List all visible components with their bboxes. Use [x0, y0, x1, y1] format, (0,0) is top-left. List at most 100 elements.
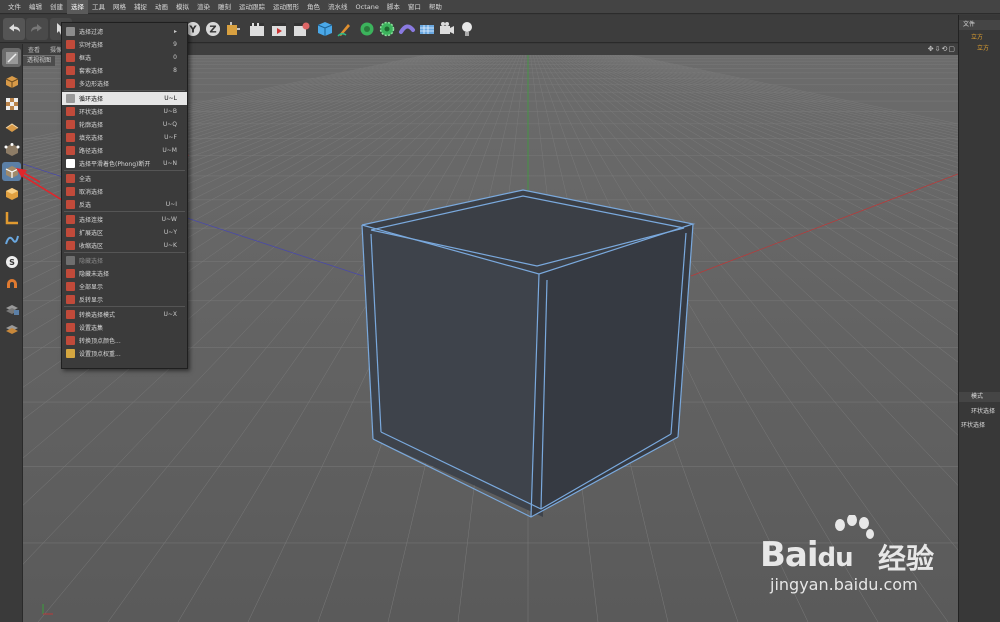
- menu-item-11[interactable]: 全选: [62, 172, 187, 185]
- menu-item-16[interactable]: 收缩选区 U~K: [62, 239, 187, 252]
- menu-item-1[interactable]: 实时选择 9: [62, 38, 187, 51]
- menu-item-18[interactable]: 隐藏未选择: [62, 267, 187, 280]
- light-button[interactable]: [456, 18, 478, 40]
- lightbulb-icon: [462, 22, 472, 36]
- menu-separator: [64, 306, 185, 307]
- menu-item-3[interactable]: 套索选择 8: [62, 64, 187, 77]
- menu-item-label: 转换顶点颜色...: [79, 338, 121, 345]
- make-editable-button[interactable]: [2, 48, 21, 67]
- menu-item-24[interactable]: 设置顶点权重...: [62, 347, 187, 360]
- menu-item-4[interactable]: 多边形选择: [62, 77, 187, 90]
- menu-item-8[interactable]: 填充选择 U~F: [62, 131, 187, 144]
- menu-item-2[interactable]: 框选 0: [62, 51, 187, 64]
- menu-5[interactable]: 网格: [109, 0, 130, 14]
- grid-layer-button[interactable]: [2, 318, 21, 337]
- menu-14[interactable]: 流水线: [324, 0, 352, 14]
- menu-item-10[interactable]: 选择平滑着色(Phong)断开 U~N: [62, 157, 187, 170]
- soft-selection-button[interactable]: [2, 276, 21, 295]
- model-mode-button[interactable]: [2, 72, 21, 91]
- menu-item-icon: [66, 146, 75, 155]
- menu-0[interactable]: 文件: [4, 0, 25, 14]
- clapper-play-icon: [272, 23, 286, 36]
- viewport-nav-icons[interactable]: ✥⇩⟲▢: [928, 45, 956, 53]
- menu-3[interactable]: 选择: [67, 0, 88, 14]
- menu-item-icon: [66, 282, 75, 291]
- menu-8[interactable]: 模拟: [172, 0, 193, 14]
- mode-tab[interactable]: 模式: [971, 392, 983, 402]
- file-tab[interactable]: 文件: [963, 20, 975, 30]
- menu-item-icon: [66, 133, 75, 142]
- subdivision-button[interactable]: [356, 18, 378, 40]
- workplane-mode-button[interactable]: [2, 116, 21, 135]
- menu-6[interactable]: 捕捉: [130, 0, 151, 14]
- menu-15[interactable]: Octane: [352, 0, 383, 14]
- tweak-mode-button[interactable]: [2, 230, 21, 249]
- menu-item-6[interactable]: 环状选择 U~B: [62, 105, 187, 118]
- object-manager-panel: 文件 立方 立方 模式 环状选择 环状选择: [958, 15, 1000, 622]
- coordinate-system-button[interactable]: [222, 18, 244, 40]
- snap-button[interactable]: S: [2, 252, 21, 271]
- camera-button[interactable]: [436, 18, 458, 40]
- menu-10[interactable]: 雕刻: [214, 0, 235, 14]
- attribute-item[interactable]: 环状选择: [971, 407, 995, 417]
- menu-item-0[interactable]: 选择过滤 ▸: [62, 25, 187, 38]
- deformer-icon: [399, 24, 415, 34]
- menu-13[interactable]: 角色: [303, 0, 324, 14]
- render-view-button[interactable]: [246, 18, 268, 40]
- tweak-icon: [4, 235, 19, 244]
- undo-button[interactable]: [3, 18, 25, 40]
- z-axis-icon: Z: [206, 22, 220, 36]
- axis-mode-button[interactable]: [2, 208, 21, 227]
- object-child-item[interactable]: 立方: [977, 44, 989, 54]
- cloner-button[interactable]: [376, 18, 398, 40]
- select-menu-dropdown: 选择过滤 ▸ 实时选择 9 框选 0 套索选择 8 多边形选择循环选择 U~L 环状选择 U~B 轮廓选…: [61, 22, 188, 369]
- menu-item-13[interactable]: 反选 U~I: [62, 198, 187, 211]
- menu-1[interactable]: 编辑: [25, 0, 46, 14]
- redo-button[interactable]: [26, 18, 48, 40]
- object-item[interactable]: 立方: [971, 33, 983, 43]
- floor-button[interactable]: [416, 18, 438, 40]
- render-picture-viewer-button[interactable]: [268, 18, 290, 40]
- menu-item-7[interactable]: 轮廓选择 U~Q: [62, 118, 187, 131]
- menu-item-5[interactable]: 循环选择 U~L: [62, 92, 187, 105]
- texture-mode-button[interactable]: [2, 94, 21, 113]
- z-axis-lock-button[interactable]: Z: [202, 18, 224, 40]
- menu-7[interactable]: 动画: [151, 0, 172, 14]
- menu-item-20[interactable]: 反转显示: [62, 293, 187, 306]
- menu-item-22[interactable]: 设置选集: [62, 321, 187, 334]
- menu-item-17[interactable]: 隐藏选择: [62, 254, 187, 267]
- deformer-button[interactable]: [396, 18, 418, 40]
- menu-item-12[interactable]: 取消选择: [62, 185, 187, 198]
- menu-9[interactable]: 渲染: [193, 0, 214, 14]
- menu-item-19[interactable]: 全部显示: [62, 280, 187, 293]
- edges-mode-button[interactable]: [2, 162, 21, 181]
- menu-16[interactable]: 脚本: [383, 0, 404, 14]
- layer-lock-button[interactable]: [2, 298, 21, 317]
- menu-17[interactable]: 窗口: [404, 0, 425, 14]
- menu-item-label: 隐藏未选择: [79, 271, 110, 278]
- viewport-menu-0[interactable]: 查看: [23, 45, 45, 54]
- menu-item-15[interactable]: 扩展选区 U~Y: [62, 226, 187, 239]
- menu-item-shortcut: U~Q: [162, 121, 177, 128]
- menu-12[interactable]: 运动图形: [269, 0, 303, 14]
- menu-item-14[interactable]: 选择连接 U~W: [62, 213, 187, 226]
- menu-11[interactable]: 运动跟踪: [235, 0, 269, 14]
- menu-item-21[interactable]: 转换选择模式 U~X: [62, 308, 187, 321]
- menu-4[interactable]: 工具: [88, 0, 109, 14]
- menu-item-23[interactable]: 转换顶点颜色...: [62, 334, 187, 347]
- cube-object-button[interactable]: [314, 18, 336, 40]
- render-settings-button[interactable]: [290, 18, 312, 40]
- menu-2[interactable]: 创建: [46, 0, 67, 14]
- points-mode-button[interactable]: [2, 140, 21, 159]
- menu-item-icon: [66, 215, 75, 224]
- menu-item-label: 收缩选区: [79, 243, 104, 250]
- menu-18[interactable]: 帮助: [425, 0, 446, 14]
- texture-mode-icon: [5, 97, 18, 110]
- menu-item-shortcut: U~L: [164, 95, 177, 102]
- axis-icon: [5, 211, 18, 224]
- redo-icon: [31, 24, 42, 32]
- polygons-mode-button[interactable]: [2, 184, 21, 203]
- clapper-icon: [250, 23, 264, 36]
- pen-spline-button[interactable]: [334, 18, 356, 40]
- menu-item-9[interactable]: 路径选择 U~M: [62, 144, 187, 157]
